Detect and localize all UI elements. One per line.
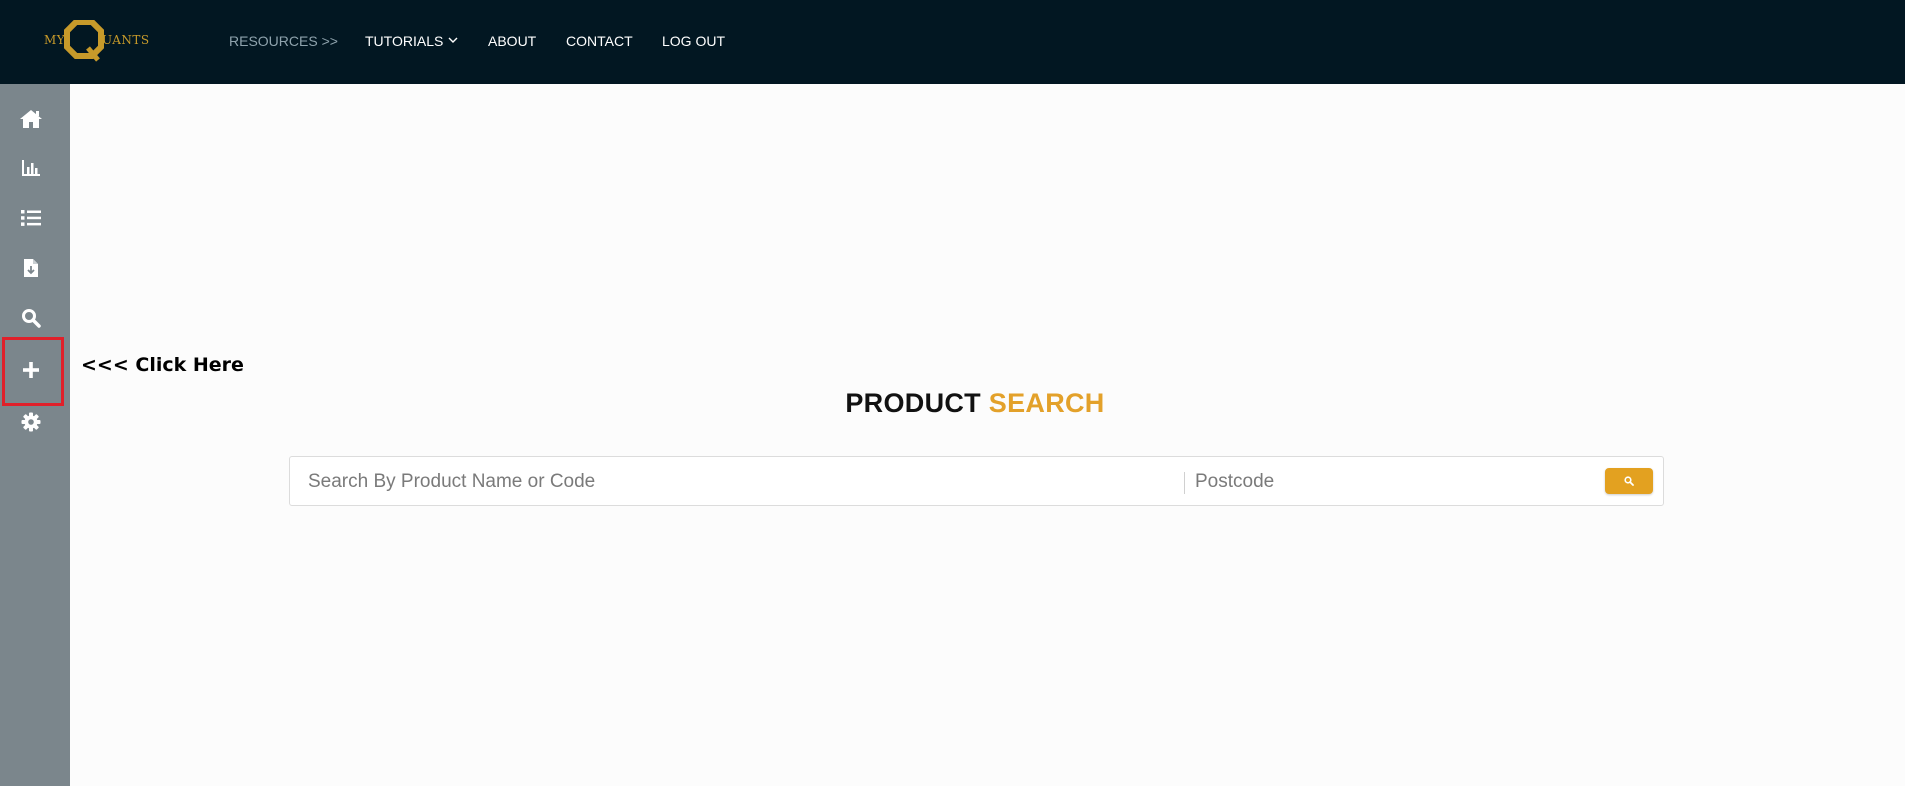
product-search-bar	[289, 456, 1664, 506]
sidebar-item-settings[interactable]	[0, 402, 62, 442]
top-navbar: MY UANTS RESOURCES >> TUTORIALS ABOUT CO…	[0, 0, 1905, 84]
nav-about[interactable]: ABOUT	[488, 33, 536, 49]
search-submit-button[interactable]	[1605, 468, 1653, 494]
page-title-part2: SEARCH	[988, 388, 1105, 418]
nav-contact[interactable]: CONTACT	[566, 33, 633, 49]
sidebar-item-list[interactable]	[0, 198, 62, 238]
sidebar-item-download[interactable]	[0, 248, 62, 288]
sidebar-item-home[interactable]	[0, 99, 62, 139]
click-here-callout: <<< Click Here	[81, 354, 244, 376]
postcode-input[interactable]	[1195, 467, 1575, 497]
home-icon	[20, 110, 42, 128]
sidebar-item-search[interactable]	[0, 298, 62, 338]
search-icon	[1624, 476, 1634, 486]
logo-q-mark-icon	[64, 20, 104, 62]
sidebar-item-reports[interactable]	[0, 148, 62, 188]
brand-logo[interactable]: MY UANTS	[44, 20, 152, 62]
nav-tutorials-label: TUTORIALS	[365, 33, 444, 49]
gear-icon	[21, 412, 41, 432]
nav-logout[interactable]: LOG OUT	[662, 33, 725, 49]
page-title-part1: PRODUCT	[845, 388, 981, 418]
chevron-down-icon	[448, 37, 458, 43]
nav-resources[interactable]: RESOURCES >>	[229, 33, 338, 49]
product-search-input[interactable]	[308, 467, 1168, 497]
logo-text-right: UANTS	[102, 33, 150, 47]
highlight-box	[2, 337, 64, 406]
list-icon	[21, 210, 41, 226]
search-divider	[1184, 472, 1185, 494]
bar-chart-icon	[22, 160, 40, 176]
logo-text-left: MY	[44, 33, 66, 47]
sidebar	[0, 84, 70, 786]
nav-tutorials[interactable]: TUTORIALS	[365, 33, 458, 49]
search-icon	[22, 309, 41, 328]
file-download-icon	[24, 259, 38, 277]
page-title: PRODUCT SEARCH	[70, 388, 1880, 419]
